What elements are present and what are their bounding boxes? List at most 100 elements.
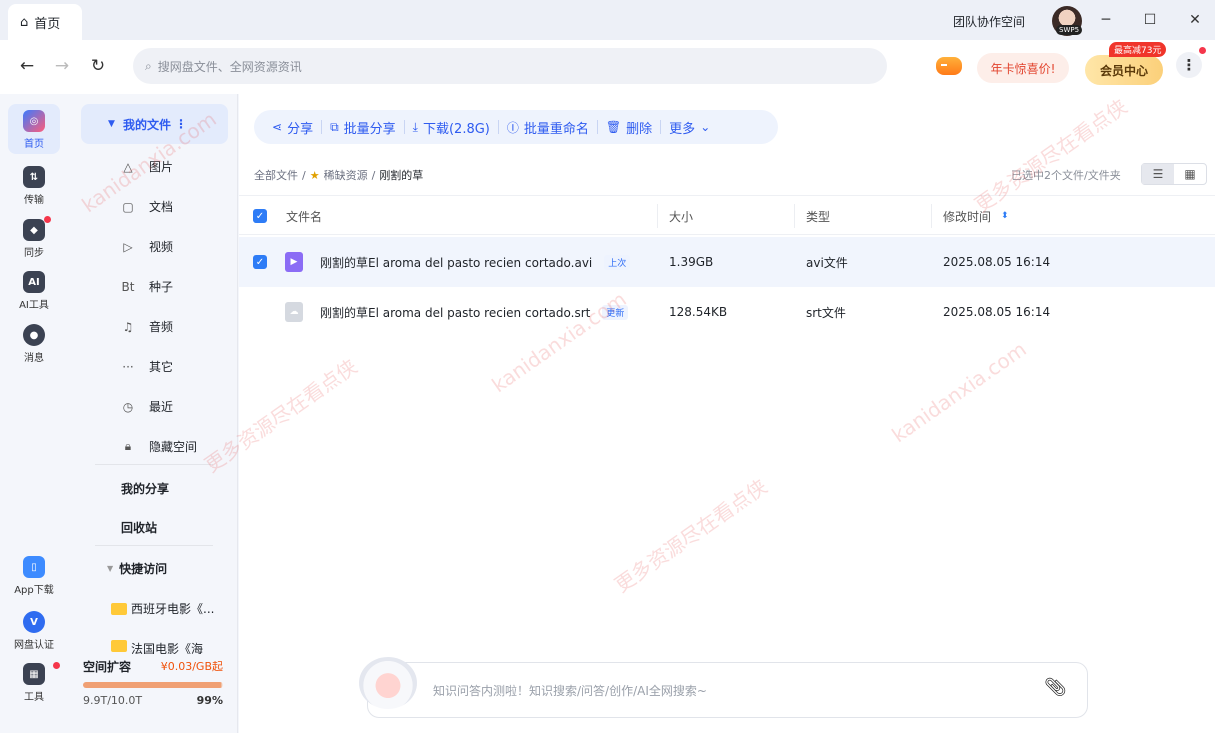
subtitle-file-icon: ☁ — [285, 287, 303, 337]
video-file-icon: ▶ — [285, 237, 303, 287]
ai-chat-input[interactable]: 知识问答内测啦！知识搜索/问答/创作/AI全网搜索~ — [367, 662, 1088, 718]
tree-item-hidden-space[interactable]: 🔒︎ 隐藏空间 — [121, 438, 197, 455]
search-icon: ⌕ — [145, 58, 152, 73]
audio-icon: ♫ — [122, 319, 134, 334]
quick-access-header[interactable]: ▼ 快捷访问 — [107, 560, 167, 577]
file-name-cell[interactable]: 刚割的草El aroma del pasto recien cortado.av… — [320, 237, 631, 287]
minimize-icon[interactable]: ─ — [1096, 10, 1116, 30]
tree-item-videos[interactable]: ▷ 视频 — [121, 238, 173, 255]
folder-icon — [111, 640, 127, 652]
star-icon: ★ — [309, 168, 320, 182]
search-input[interactable]: ⌕ 搜网盘文件、全网资源资讯 — [133, 48, 887, 84]
batch-rename-button[interactable]: Ⓘ 批量重命名 — [499, 118, 597, 137]
tree-item-torrents[interactable]: Bt 种子 — [121, 278, 173, 295]
column-size[interactable]: 大小 — [669, 196, 693, 236]
share-button[interactable]: ⋖ 分享 — [264, 118, 321, 137]
back-icon[interactable]: ← — [16, 55, 38, 77]
tree-item-other[interactable]: ··· 其它 — [121, 358, 173, 375]
sort-icon[interactable]: ⬍ — [1001, 211, 1009, 221]
tab-home[interactable]: ⌂ 首页 — [8, 4, 82, 40]
tab-home-label: 首页 — [34, 16, 61, 32]
breadcrumb-folder[interactable]: 稀缺资源 — [324, 167, 368, 183]
column-modified[interactable]: 修改时间 ⬍ — [943, 196, 1009, 236]
table-row[interactable]: ☁ 刚割的草El aroma del pasto recien cortado.… — [239, 287, 1215, 337]
breadcrumb-root[interactable]: 全部文件 — [254, 167, 298, 183]
rail-item-tools[interactable]: ▦ 工具 — [8, 663, 60, 703]
sync-icon: ◆ — [23, 219, 45, 241]
row-checkbox[interactable]: ✓ — [253, 237, 267, 287]
download-icon: ⤓ — [412, 119, 418, 134]
rail-item-transfer[interactable]: ⇅ 传输 — [8, 166, 60, 206]
breadcrumb: 全部文件 / ★ 稀缺资源 / 刚割的草 — [254, 167, 423, 183]
last-played-badge: 上次 — [604, 254, 631, 270]
file-modified: 2025.08.05 16:14 — [943, 305, 1051, 319]
team-space-link[interactable]: 团队协作空间 — [953, 13, 1025, 30]
menu-dots-icon[interactable]: ⋮ — [1176, 52, 1202, 78]
download-button[interactable]: ⤓ 下载(2.8G) — [405, 118, 498, 137]
title-bar — [0, 0, 1215, 40]
game-icon[interactable] — [936, 57, 962, 75]
space-price: ¥0.03/GB起 — [160, 660, 223, 673]
document-icon: ▢ — [122, 199, 134, 214]
column-name[interactable]: 文件名 — [286, 196, 322, 236]
recycle-bin-link[interactable]: 回收站 — [121, 519, 157, 536]
file-name: 刚割的草El aroma del pasto recien cortado.av… — [320, 255, 593, 270]
select-all-checkbox[interactable]: ✓ — [253, 196, 267, 236]
delete-button[interactable]: 🗑︎ 删除 — [598, 118, 660, 137]
tree-item-images[interactable]: △ 图片 — [121, 158, 173, 175]
column-separator — [794, 204, 795, 228]
space-percent: 99% — [196, 694, 223, 707]
grid-view-icon[interactable]: ▦ — [1174, 164, 1206, 184]
tree-item-documents[interactable]: ▢ 文档 — [121, 198, 173, 215]
space-expand-panel[interactable]: 空间扩容 ¥0.03/GB起 9.9T/10.0T 99% — [83, 658, 223, 707]
rail-item-home[interactable]: ◎ 首页 — [8, 104, 60, 154]
divider — [95, 464, 213, 465]
rail-item-sync[interactable]: ◆ 同步 — [8, 219, 60, 259]
rail-item-message[interactable]: ● 消息 — [8, 324, 60, 364]
tools-notification-dot — [53, 662, 60, 669]
file-type: avi文件 — [806, 255, 848, 270]
forward-icon[interactable]: → — [51, 55, 73, 77]
image-icon: △ — [123, 159, 133, 174]
breadcrumb-current: 刚割的草 — [379, 169, 424, 182]
vip-center-button[interactable]: 会员中心 — [1085, 55, 1163, 85]
rename-icon: Ⓘ — [506, 120, 519, 135]
quick-folder[interactable]: 西班牙电影《... — [111, 600, 214, 617]
verify-icon: V — [23, 611, 45, 633]
list-view-icon[interactable]: ☰ — [1142, 164, 1174, 184]
batch-share-button[interactable]: ⧉ 批量分享 — [322, 118, 404, 137]
ai-tool-icon: AI — [23, 271, 45, 293]
divider — [95, 545, 213, 546]
breadcrumb-separator: / — [371, 168, 376, 182]
rail-item-app-download[interactable]: ▯ App下载 — [8, 556, 60, 596]
rail-item-ai-tool[interactable]: AI AI工具 — [8, 271, 60, 311]
batch-share-icon: ⧉ — [330, 119, 339, 134]
tree-item-recent[interactable]: ◷ 最近 — [121, 398, 173, 415]
promo-button[interactable]: 年卡惊喜价! — [977, 53, 1069, 83]
close-icon[interactable]: ✕ — [1185, 10, 1205, 30]
refresh-icon[interactable]: ↻ — [87, 55, 109, 77]
trash-icon: 🗑︎ — [605, 120, 622, 134]
table-row[interactable]: ✓ ▶ 刚割的草El aroma del pasto recien cortad… — [239, 237, 1215, 287]
file-size: 1.39GB — [669, 255, 714, 269]
rail-item-verify[interactable]: V 网盘认证 — [8, 611, 60, 651]
quick-folder[interactable]: 法国电影《海 — [111, 640, 203, 654]
space-expand-title: 空间扩容 — [83, 660, 132, 674]
phone-icon: ▯ — [23, 556, 45, 578]
file-name-cell[interactable]: 刚割的草El aroma del pasto recien cortado.sr… — [320, 287, 629, 337]
action-bar: ⋖ 分享 ⧉ 批量分享 ⤓ 下载(2.8G) Ⓘ 批量重命名 🗑︎ 删除 更多 ⌄ — [254, 110, 778, 144]
more-icon: ··· — [122, 359, 134, 374]
tree-item-audio[interactable]: ♫ 音频 — [121, 318, 173, 335]
more-vertical-icon[interactable]: ⋮ — [175, 117, 187, 131]
notification-dot — [1199, 47, 1206, 54]
column-type[interactable]: 类型 — [806, 196, 830, 236]
more-button[interactable]: 更多 ⌄ — [661, 118, 718, 137]
search-placeholder: 搜网盘文件、全网资源资讯 — [157, 59, 302, 74]
torrent-icon: Bt — [121, 279, 135, 294]
my-share-link[interactable]: 我的分享 — [121, 480, 169, 497]
vip-discount-badge: 最高减73元 — [1109, 42, 1167, 57]
maximize-icon[interactable]: ☐ — [1140, 10, 1160, 30]
my-files-header[interactable]: ▼ 我的文件 ⋮ — [81, 104, 228, 144]
space-usage-bar — [83, 682, 223, 688]
attachment-icon[interactable]: 📎︎ — [1044, 677, 1067, 698]
